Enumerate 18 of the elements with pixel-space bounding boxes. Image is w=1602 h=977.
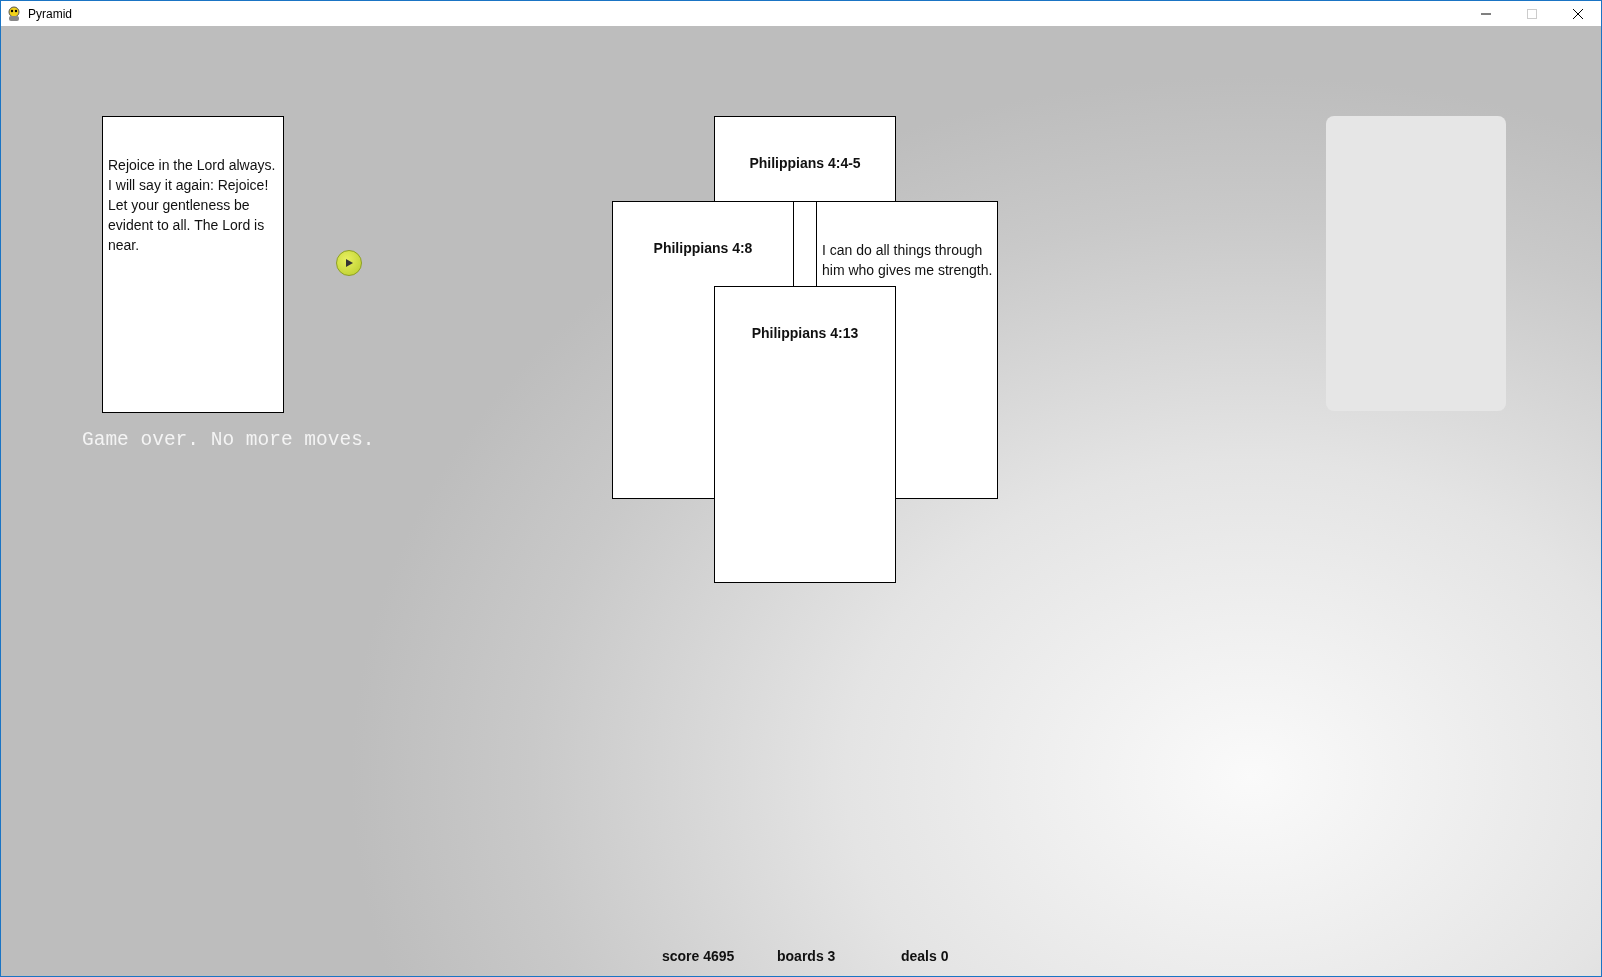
card[interactable]: Philippians 4:4-5	[714, 116, 896, 201]
card-text: Philippians 4:13	[750, 325, 860, 341]
card[interactable]: I can do all things through him who gives me strength.	[816, 201, 998, 286]
maximize-icon	[1527, 8, 1537, 19]
card[interactable]: Rejoice in the Lord always. I will say it again: Rejoice! Let your gentleness be evident to all. The Lord is near.	[102, 116, 284, 413]
card-text: Philippians 4:8	[652, 240, 754, 256]
card-text: Rejoice in the Lord always. I will say it again: Rejoice! Let your gentleness be evident to all. The Lord is near.	[107, 156, 277, 255]
close-icon	[1573, 8, 1583, 19]
status-text: score 4695	[662, 948, 735, 964]
card[interactable]: Philippians 4:13	[714, 286, 896, 583]
play-icon	[344, 258, 354, 268]
card[interactable]: Philippians 4:8	[612, 201, 794, 286]
window-title: Pyramid	[28, 6, 73, 21]
play-button[interactable]	[336, 250, 362, 276]
status-text: deals 0	[901, 948, 949, 964]
card-text: I can do all things through him who gives me strength.	[821, 241, 994, 280]
status-text: boards 3	[777, 948, 836, 964]
card-text: Philippians 4:4-5	[748, 155, 862, 171]
